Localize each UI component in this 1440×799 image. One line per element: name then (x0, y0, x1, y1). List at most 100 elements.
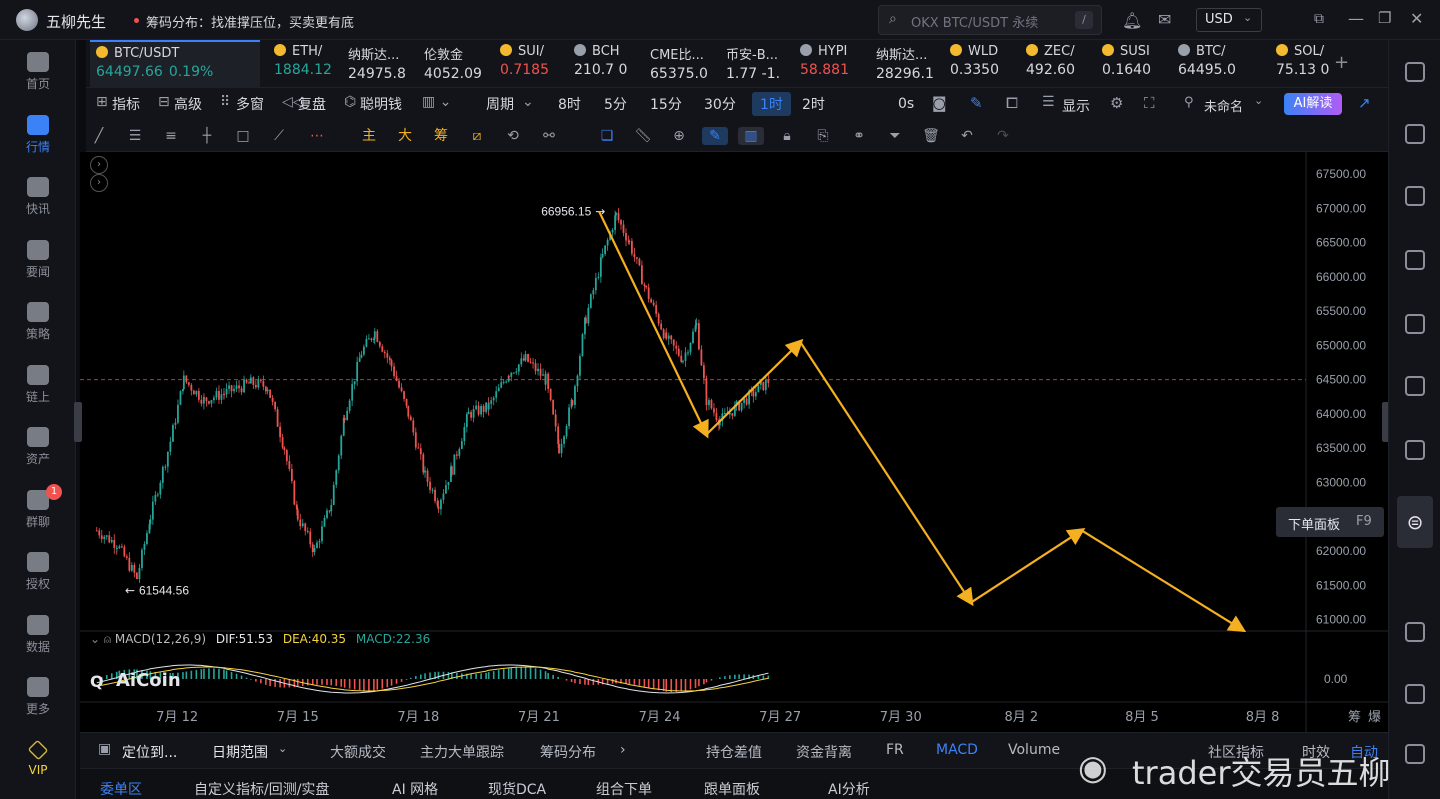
ticker-2[interactable]: 纳斯达... 24975.8 (342, 40, 412, 88)
copy-icon[interactable]: ❏ (598, 127, 616, 145)
sidebar-item-1[interactable]: 行情 (0, 114, 76, 155)
screen-icon[interactable] (1405, 314, 1425, 334)
projection-arrow[interactable] (799, 341, 974, 607)
bottom-tab-3[interactable]: 现货DCA (488, 779, 546, 799)
ticker-11[interactable]: ZEC/492.60 (1020, 40, 1090, 88)
date-range-button[interactable]: 日期范围 (212, 742, 268, 762)
bottom-tab-1[interactable]: 自定义指标/回测/实盘 (194, 779, 329, 799)
chart-type-icon[interactable]: ▥ ⌄ (422, 94, 451, 110)
ray-tool-icon[interactable]: ┼ (198, 127, 216, 145)
ai-read-button[interactable]: AI解读 (1284, 93, 1342, 115)
etf-icon[interactable] (1405, 376, 1425, 396)
bottom-tab-6[interactable]: AI分析 (828, 779, 870, 799)
notes-icon[interactable] (1405, 124, 1425, 144)
chevron-right-icon[interactable]: › (620, 742, 626, 758)
grid-icon[interactable] (1405, 622, 1425, 642)
collapse-icon[interactable]: › (90, 156, 108, 174)
sync-icon[interactable]: ⟲ (504, 127, 522, 145)
sidebar-item-7[interactable]: 群聊 1 (0, 483, 76, 530)
projection-arrow[interactable] (970, 528, 1086, 604)
ratio-icon[interactable]: ⧄ (468, 127, 486, 145)
ticker-14[interactable]: SOL/75.13 0 (1270, 40, 1330, 88)
search-input[interactable]: OKX BTC/USDT 永续 (911, 12, 1038, 31)
ticker-12[interactable]: SUSI 0.1640 (1096, 40, 1166, 88)
sidebar-toggle-left[interactable] (74, 402, 82, 442)
share-icon[interactable]: ↗ (1358, 94, 1371, 112)
locate-button[interactable]: 定位到... (122, 742, 177, 762)
link-tool-icon[interactable]: ⚭ (850, 127, 868, 145)
fullscreen-icon[interactable]: ⛶ (1144, 94, 1155, 112)
bottom-tab-5[interactable]: 跟单面板 (704, 779, 760, 799)
ticker-0[interactable]: BTC/USDT 64497.66 0.19% (90, 40, 260, 88)
ticker-3[interactable]: 伦敦金 4052.09 (418, 40, 488, 88)
display-button[interactable]: 显示 (1062, 96, 1090, 116)
candle-mode-icon[interactable]: ▥ (738, 127, 764, 145)
chart-area[interactable]: 67500.00 67000.00 66500.00 66000.00 65500.00… (74, 152, 1390, 732)
mail-icon[interactable]: ✉ (1158, 10, 1171, 29)
sidebar-item-4[interactable]: 策略 (0, 302, 76, 342)
ticker-9[interactable]: 纳斯达... 28296.1 (870, 40, 940, 88)
pen-icon[interactable]: ✎ (970, 94, 983, 112)
toolbar-multi-window[interactable]: 多窗 (236, 94, 264, 114)
sidebar-item-11[interactable]: VIP (0, 739, 76, 777)
ticker-4[interactable]: SUI/0.7185 (494, 40, 560, 88)
sidebar-item-6[interactable]: 资产 (0, 427, 76, 467)
tag-big[interactable]: 大 (396, 127, 414, 145)
order-panel-icon[interactable]: ⊜ (1397, 496, 1433, 548)
ticker-6[interactable]: CME比... 65375.0 (644, 40, 714, 88)
projection-arrow[interactable] (1081, 529, 1247, 633)
layout-name-select[interactable]: 未命名 (1204, 96, 1243, 115)
minimize-icon[interactable]: — (1348, 9, 1364, 28)
draw-active-icon[interactable]: ✎ (702, 127, 728, 145)
toolbar-smart-money[interactable]: 聪明钱 (360, 94, 402, 114)
ruler-icon[interactable]: 📏︎ (634, 127, 652, 145)
toolbar-advanced[interactable]: 高级 (174, 94, 202, 114)
ticker-7[interactable]: 币安-B... 1.77 -1. (720, 40, 790, 88)
ind-main-orders[interactable]: 主力大单跟踪 (420, 742, 504, 762)
popout-icon[interactable]: ⧉ (1314, 11, 1324, 27)
dollar-icon[interactable] (1405, 186, 1425, 206)
ticker-5[interactable]: BCH 210.7 0 (568, 40, 636, 88)
toolbar-indicator[interactable]: 指标 (112, 94, 140, 114)
bell-icon[interactable]: 🔔︎ (1122, 11, 1142, 30)
sidebar-item-2[interactable]: 快讯 (0, 177, 76, 217)
maximize-icon[interactable]: ❐ (1378, 9, 1391, 27)
search-box[interactable]: ⌕ OKX BTC/USDT 永续 / (878, 5, 1102, 35)
bot-icon[interactable] (1405, 440, 1425, 460)
sidebar-item-9[interactable]: 数据 (0, 614, 76, 655)
zoom-icon[interactable]: ⊕ (670, 127, 688, 145)
rect-tool-icon[interactable]: □ (234, 127, 252, 145)
box-icon[interactable] (1405, 744, 1425, 764)
headset-icon[interactable] (1405, 684, 1425, 704)
ind-fr[interactable]: FR (886, 742, 904, 758)
note-icon[interactable]: ⎘ (814, 127, 832, 145)
line-tool-icon[interactable]: ╱ (90, 127, 108, 145)
chip-tab[interactable]: 筹 (1348, 709, 1361, 725)
bottom-tab-0[interactable]: 委单区 (100, 779, 142, 799)
parallel-tool-icon[interactable]: ≡ (162, 127, 180, 145)
sidebar-item-3[interactable]: 要闻 (0, 239, 76, 280)
ticker-1[interactable]: ETH/1884.12 (268, 40, 334, 88)
ind-oi-diff[interactable]: 持仓差值 (706, 742, 762, 762)
close-icon[interactable]: ✕ (1410, 9, 1423, 28)
period-2[interactable]: 15分 (650, 94, 682, 114)
trend-icon[interactable] (1405, 250, 1425, 270)
brush-tool-icon[interactable]: ⟋ (270, 127, 288, 145)
settings-icon[interactable]: ⚙ (1110, 94, 1123, 112)
ind-divergence[interactable]: 资金背离 (796, 742, 852, 762)
lock-icon[interactable]: 🔒︎ (778, 127, 796, 145)
bottom-tab-2[interactable]: AI 网格 (392, 779, 438, 799)
liquidation-tab[interactable]: 爆 (1368, 710, 1381, 725)
period-5[interactable]: 2时 (802, 94, 825, 114)
camera-icon[interactable]: ◙ (932, 94, 947, 112)
filter-icon[interactable]: ⏷ (886, 127, 904, 145)
magnet-icon[interactable]: ⚯ (540, 127, 558, 145)
layout-icon[interactable]: ⧠ (1006, 94, 1018, 112)
period-4[interactable]: 1时 (752, 92, 791, 116)
sidebar-item-0[interactable]: 首页 (0, 52, 76, 92)
ticker-10[interactable]: WLD 0.3350 (944, 40, 1014, 88)
bottom-tab-4[interactable]: 组合下单 (596, 779, 652, 799)
expand-icon[interactable]: › (90, 174, 108, 192)
trash-icon[interactable]: 🗑︎ (922, 127, 940, 145)
period-3[interactable]: 30分 (704, 94, 736, 114)
